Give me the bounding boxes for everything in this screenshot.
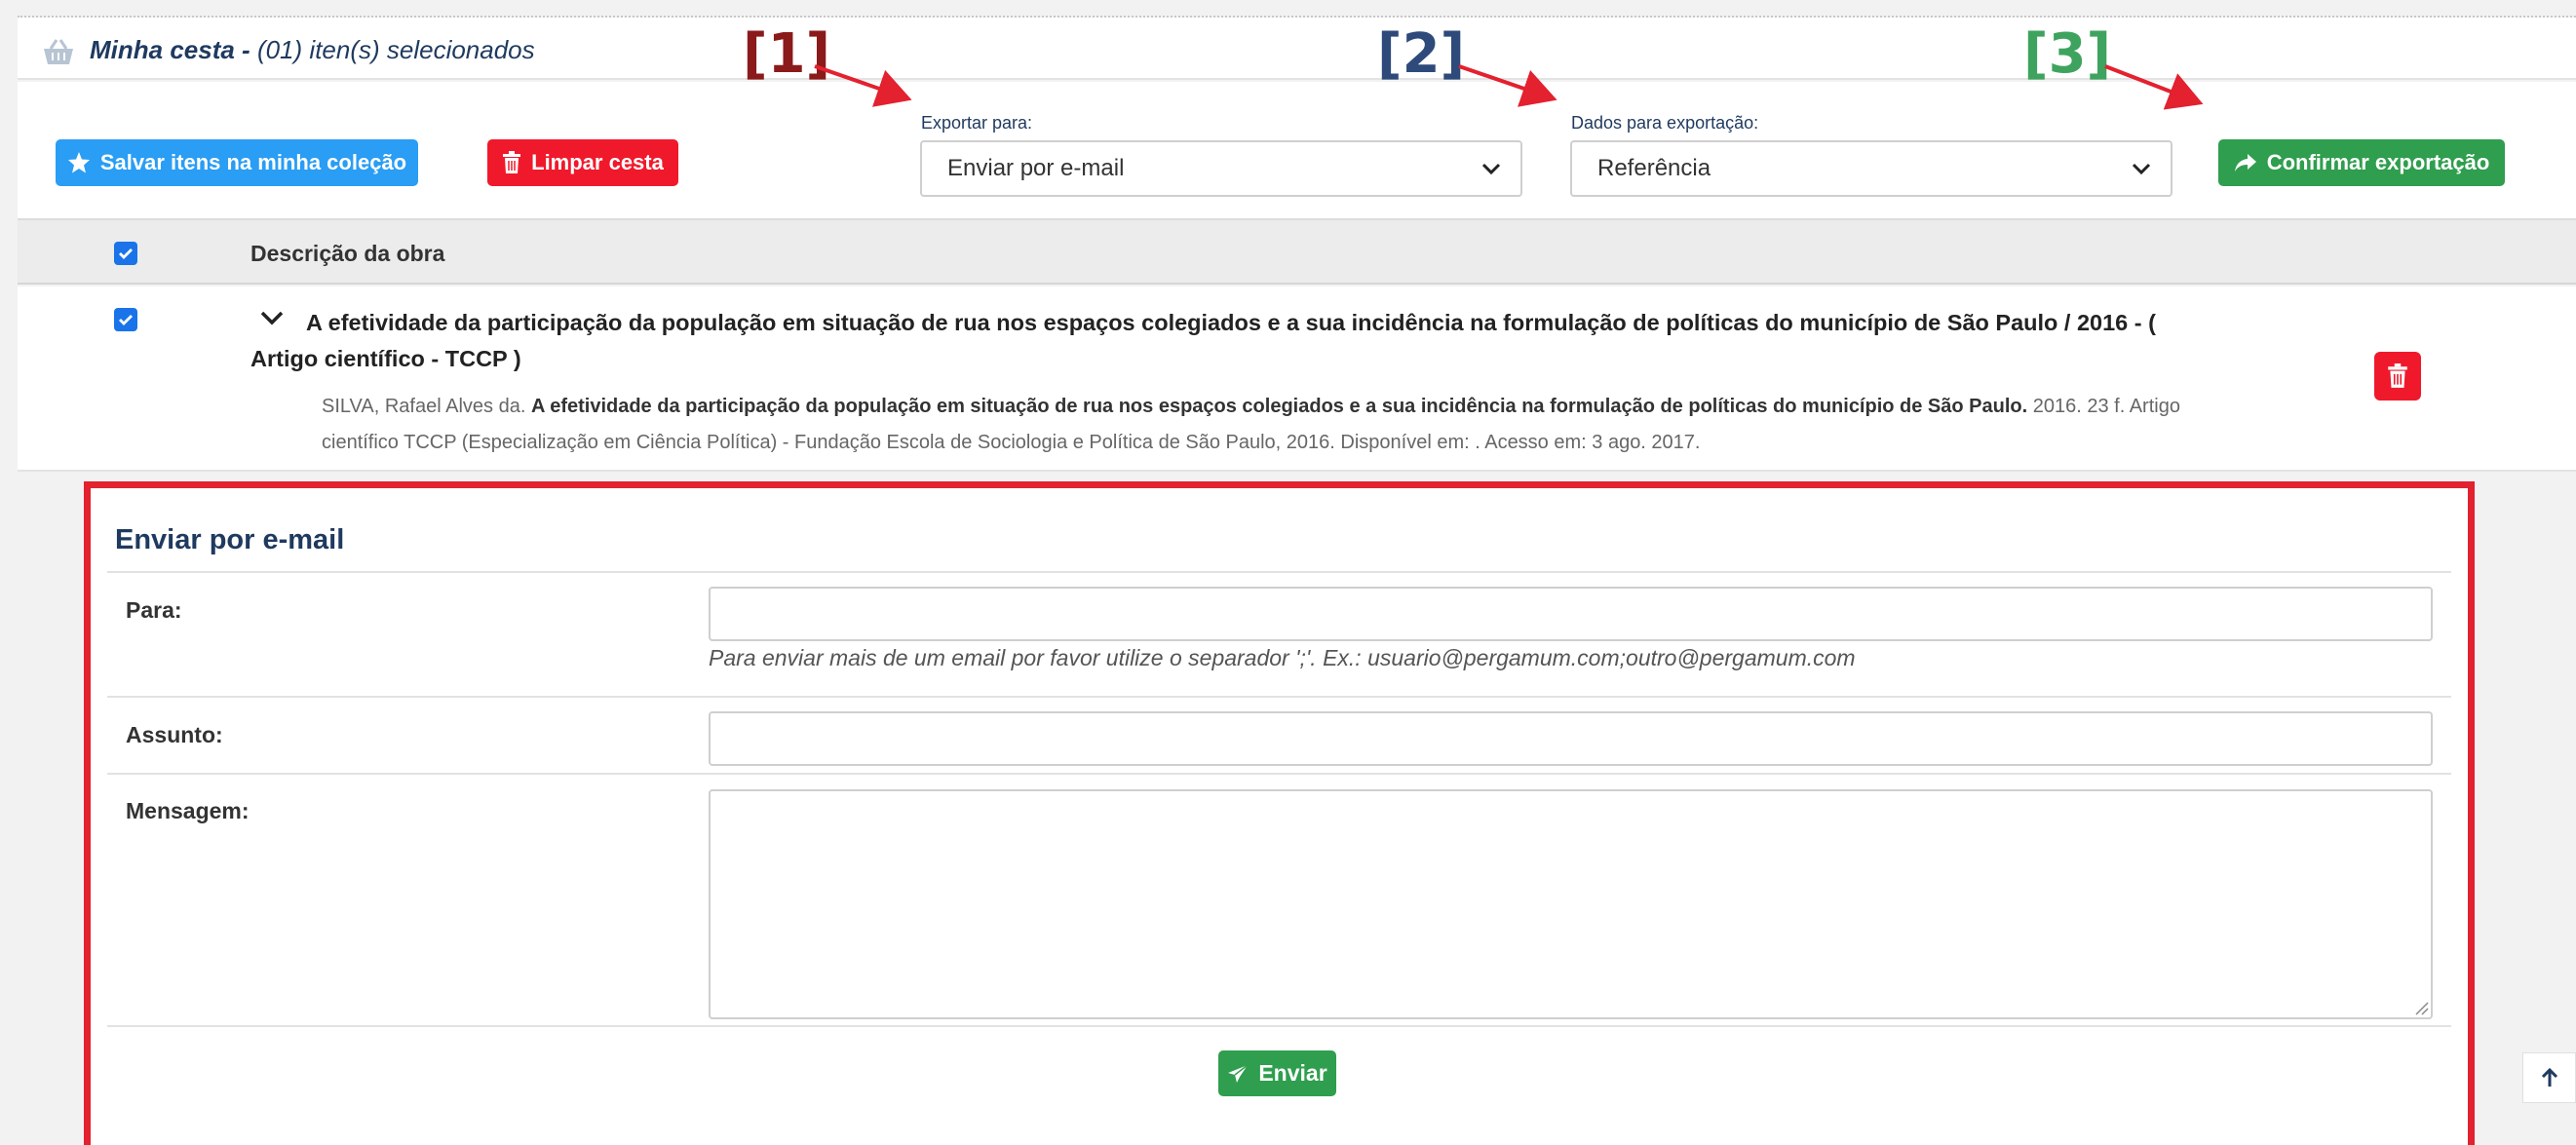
annotation-2: [2] [1377, 22, 1466, 86]
chevron-down-icon[interactable] [259, 308, 285, 327]
confirm-export-button[interactable]: Confirmar exportação [2218, 139, 2505, 186]
chevron-down-icon [1481, 163, 1501, 175]
export-to-value: Enviar por e-mail [947, 155, 1125, 181]
export-to-label: Exportar para: [921, 113, 1033, 133]
subject-input[interactable] [709, 711, 2433, 766]
scroll-to-top-button[interactable] [2522, 1052, 2576, 1103]
confirm-export-label: Confirmar exportação [2266, 150, 2490, 174]
annotation-3: [3] [2023, 22, 2112, 86]
divider [107, 773, 2451, 775]
item-checkbox[interactable] [114, 308, 137, 331]
trash-icon [2388, 363, 2407, 388]
arrow-up-icon [2541, 1067, 2557, 1087]
email-panel-title: Enviar por e-mail [115, 524, 345, 555]
divider [107, 1025, 2451, 1027]
item-title: A efetividade da participação da populaç… [250, 310, 2156, 371]
save-to-collection-label: Salvar itens na minha coleção [99, 150, 407, 174]
clear-cart-button[interactable]: Limpar cesta [487, 139, 678, 186]
divider [107, 696, 2451, 698]
to-input[interactable] [709, 587, 2433, 641]
to-hint: Para enviar mais de um email por favor u… [709, 645, 1856, 670]
clear-cart-label: Limpar cesta [531, 150, 664, 174]
subject-label: Assunto: [126, 722, 223, 747]
trash-icon [503, 151, 521, 173]
to-label: Para: [126, 597, 182, 623]
cart-title: Minha cesta - (01) iten(s) selecionados [90, 35, 535, 64]
save-to-collection-button[interactable]: Salvar itens na minha coleção [56, 139, 418, 186]
paper-plane-icon [1228, 1063, 1249, 1083]
message-textarea[interactable] [709, 789, 2433, 1019]
send-button[interactable]: Enviar [1218, 1050, 1336, 1096]
resize-handle-icon[interactable] [2412, 999, 2430, 1016]
export-to-select[interactable]: Enviar por e-mail [920, 140, 1522, 197]
export-data-select[interactable]: Referência [1570, 140, 2172, 197]
export-data-value: Referência [1597, 155, 1711, 181]
divider [107, 571, 2451, 573]
item-reference: SILVA, Rafael Alves da. A efetividade da… [322, 396, 2180, 453]
check-icon [119, 315, 133, 325]
message-label: Mensagem: [126, 798, 250, 823]
select-all-checkbox[interactable] [114, 242, 137, 265]
annotation-1: [1] [743, 22, 831, 86]
remove-item-button[interactable] [2374, 352, 2421, 401]
send-label: Enviar [1258, 1060, 1327, 1086]
column-header-description: Descrição da obra [250, 241, 445, 266]
star-icon [67, 152, 90, 173]
share-arrow-icon [2234, 154, 2256, 172]
export-data-label: Dados para exportação: [1571, 113, 1759, 133]
chevron-down-icon [2132, 163, 2151, 175]
basket-icon [44, 39, 73, 64]
check-icon [119, 248, 133, 259]
